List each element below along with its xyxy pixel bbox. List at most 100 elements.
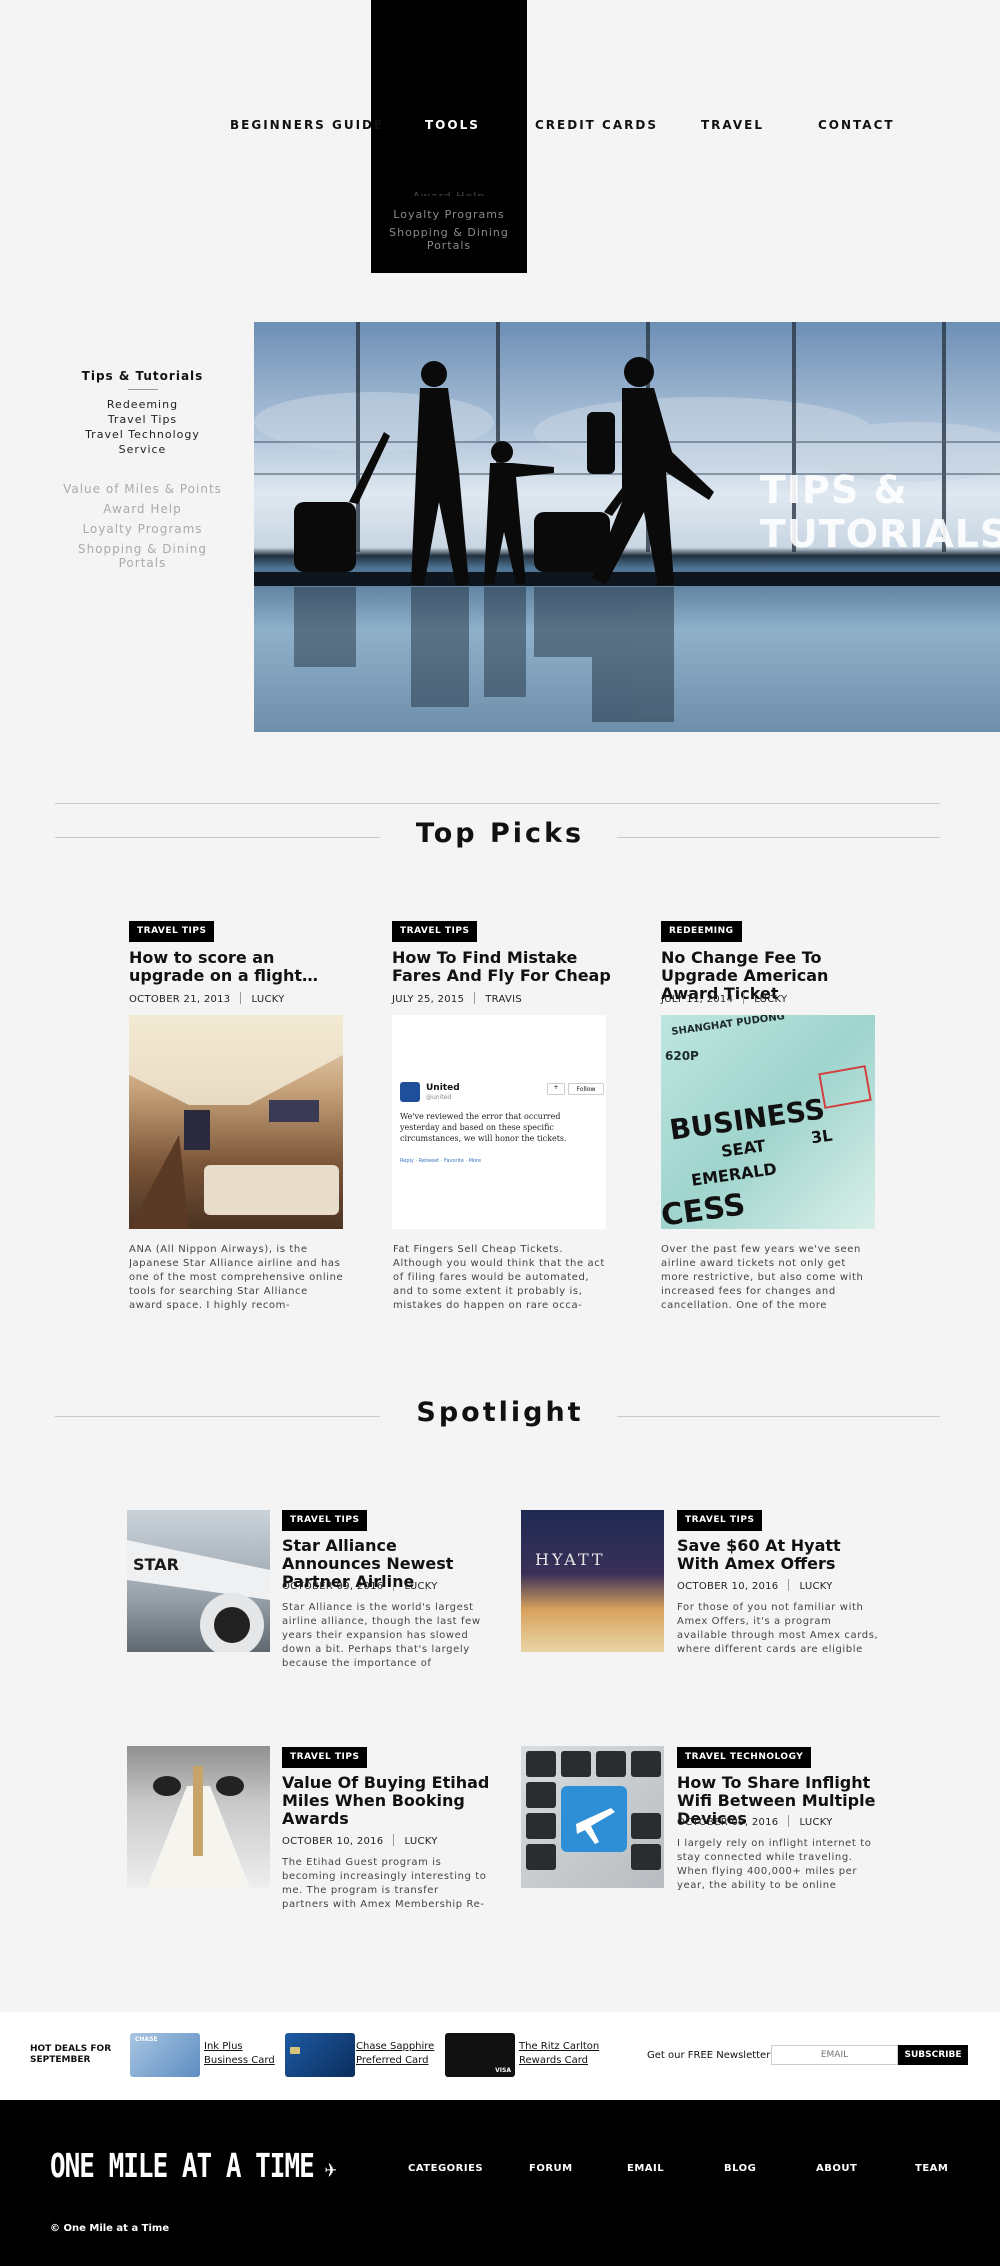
article-excerpt: For those of you not familiar with Amex …: [677, 1602, 879, 1655]
nav-tools[interactable]: TOOLS: [425, 118, 480, 132]
subscribe-button[interactable]: SUBSCRIBE: [898, 2045, 968, 2065]
deal-link-line1: The Ritz Carlton: [519, 2041, 600, 2052]
deals-label-line1: HOT DEALS FOR: [30, 2044, 112, 2054]
article-meta: JULY 11, 2014 LUCKY: [661, 992, 787, 1005]
article-author[interactable]: LUCKY: [799, 1817, 832, 1828]
credit-card-image[interactable]: CHASE: [130, 2033, 200, 2077]
footer-link-email[interactable]: EMAIL: [627, 2163, 664, 2174]
article-thumbnail[interactable]: [127, 1746, 270, 1888]
category-tag[interactable]: TRAVEL TIPS: [282, 1510, 368, 1531]
keyboard-airplane-key-illustration: [526, 1751, 661, 1870]
tweet-account: United: [426, 1083, 460, 1093]
svg-text:STAR: STAR: [133, 1555, 179, 1574]
person-add-icon: +: [547, 1083, 565, 1095]
deals-label-line2: SEPTEMBER: [30, 2055, 91, 2065]
deal-link-line2: Rewards Card: [519, 2055, 589, 2066]
article-title[interactable]: How to score an upgrade on a flight…: [129, 949, 349, 985]
dropdown-loyalty-programs[interactable]: Loyalty Programs: [371, 208, 527, 221]
ticket-city: SHANGHAT PUDONG: [670, 1015, 786, 1038]
deals-label: HOT DEALS FOR SEPTEMBER: [30, 2044, 111, 2066]
article-date: OCTOBER 09, 2016: [677, 1817, 779, 1828]
article-thumbnail[interactable]: HYATT: [521, 1510, 664, 1652]
tweet-handle: @united: [426, 1094, 452, 1101]
article-author[interactable]: LUCKY: [251, 994, 284, 1005]
sidebar-item-loyalty-programs[interactable]: Loyalty Programs: [60, 522, 225, 536]
credit-card-image[interactable]: [285, 2033, 355, 2077]
sidebar-item-value-of-miles[interactable]: Value of Miles & Points: [60, 482, 225, 496]
footer-link-forum[interactable]: FORUM: [529, 2163, 573, 2174]
category-tag[interactable]: TRAVEL TIPS: [129, 921, 215, 942]
deal-link-chase-sapphire[interactable]: Chase Sapphire Preferred Card: [356, 2040, 434, 2068]
newsletter-email-input[interactable]: [771, 2045, 898, 2065]
cabin-interior-illustration: [129, 1015, 343, 1229]
copyright: © One Mile at a Time: [50, 2223, 170, 2234]
category-tag[interactable]: TRAVEL TIPS: [392, 921, 478, 942]
article-date: OCTOBER 09, 2016: [282, 1581, 384, 1592]
stamp-icon: [818, 1065, 872, 1109]
deal-link-line1: Ink Plus: [204, 2041, 243, 2052]
footer-link-team[interactable]: TEAM: [915, 2163, 948, 2174]
article-meta: OCTOBER 10, 2016 LUCKY: [282, 1834, 438, 1847]
article-meta: OCTOBER 09, 2016 LUCKY: [282, 1579, 438, 1592]
category-tag[interactable]: TRAVEL TECHNOLOGY: [677, 1747, 812, 1768]
dropdown-shopping-dining[interactable]: Shopping & Dining Portals: [371, 226, 527, 252]
ticket-access: CESS: [661, 1187, 748, 1229]
hero-title: TIPS & TUTORIALS: [760, 468, 1000, 556]
article-excerpt: I largely rely on inflight internet to s…: [677, 1838, 872, 1891]
hero-title-line1: TIPS &: [760, 468, 908, 512]
nav-travel[interactable]: TRAVEL: [701, 118, 764, 132]
spotlight-title: Spotlight: [416, 1397, 584, 1428]
deal-link-line2: Business Card: [204, 2055, 275, 2066]
ticket-seat-code: 3L: [809, 1125, 834, 1148]
footer-link-about[interactable]: ABOUT: [816, 2163, 857, 2174]
article-title[interactable]: How To Find Mistake Fares And Fly For Ch…: [392, 949, 616, 985]
sidebar-item-travel-technology[interactable]: Travel Technology: [60, 428, 225, 441]
deal-link-ritz-carlton[interactable]: The Ritz Carlton Rewards Card: [519, 2040, 599, 2068]
article-thumbnail[interactable]: [521, 1746, 664, 1888]
nav-credit-cards[interactable]: CREDIT CARDS: [535, 118, 658, 132]
article-title[interactable]: Save $60 At Hyatt With Amex Offers: [677, 1537, 882, 1573]
sidebar-item-shopping-dining[interactable]: Shopping & Dining Portals: [60, 542, 225, 570]
category-tag[interactable]: TRAVEL TIPS: [677, 1510, 763, 1531]
article-author[interactable]: LUCKY: [404, 1581, 437, 1592]
nav-contact[interactable]: CONTACT: [818, 118, 895, 132]
credit-card-image[interactable]: VISA: [445, 2033, 515, 2077]
reply-action: Reply: [400, 1158, 414, 1164]
article-author[interactable]: LUCKY: [754, 994, 787, 1005]
article-date: OCTOBER 10, 2016: [677, 1581, 779, 1592]
deal-link-line2: Preferred Card: [356, 2055, 429, 2066]
article-thumbnail[interactable]: [129, 1015, 343, 1229]
footer-link-blog[interactable]: BLOG: [724, 2163, 756, 2174]
deal-link-ink-plus[interactable]: Ink Plus Business Card: [204, 2040, 275, 2068]
sidebar-item-redeeming[interactable]: Redeeming: [60, 398, 225, 411]
article-date: OCTOBER 21, 2013: [129, 994, 231, 1005]
site-logo[interactable]: ONE MILE AT A TIME ✈: [50, 2148, 337, 2186]
tweet-actions: Reply · Retweet · Favorite · More: [400, 1158, 482, 1164]
sidebar-item-service[interactable]: Service: [60, 443, 225, 456]
article-thumbnail[interactable]: United @united + Follow We've reviewed t…: [392, 1015, 606, 1229]
logo-text: ONE MILE AT A TIME: [50, 2148, 315, 2186]
article-author[interactable]: TRAVIS: [485, 994, 522, 1005]
footer-link-categories[interactable]: CATEGORIES: [408, 2163, 483, 2174]
retweet-action: Retweet: [418, 1158, 440, 1164]
article-thumbnail[interactable]: SHANGHAT PUDONG 620P BUSINESS SEAT 3L EM…: [661, 1015, 875, 1229]
article-thumbnail[interactable]: STAR: [127, 1510, 270, 1652]
article-author[interactable]: LUCKY: [404, 1836, 437, 1847]
category-tag[interactable]: TRAVEL TIPS: [282, 1747, 368, 1768]
article-author[interactable]: LUCKY: [799, 1581, 832, 1592]
article-excerpt: Star Alliance is the world's largest air…: [282, 1602, 481, 1669]
hotel-sign: HYATT: [535, 1550, 606, 1569]
newsletter-label: Get our FREE Newsletter: [647, 2050, 771, 2061]
article-excerpt: ANA (All Nippon Airways), is the Japanes…: [129, 1244, 344, 1311]
dropdown-award-help[interactable]: Award Help: [371, 190, 527, 196]
card-brand: VISA: [495, 2067, 511, 2074]
sidebar-item-travel-tips[interactable]: Travel Tips: [60, 413, 225, 426]
article-excerpt: The Etihad Guest program is becoming inc…: [282, 1857, 487, 1910]
article-title[interactable]: Value Of Buying Etihad Miles When Bookin…: [282, 1774, 492, 1828]
sidebar-item-award-help[interactable]: Award Help: [60, 502, 225, 516]
section-divider: [55, 803, 940, 804]
ticket-seat: SEAT: [719, 1135, 767, 1162]
nav-beginners-guide[interactable]: BEGINNERS GUIDE: [230, 118, 384, 132]
more-action: More: [468, 1158, 482, 1164]
category-tag[interactable]: REDEEMING: [661, 921, 742, 942]
